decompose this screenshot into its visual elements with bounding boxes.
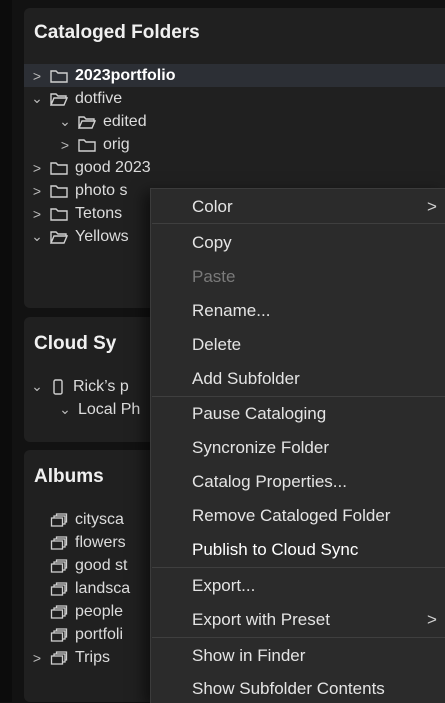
album-stack-icon [50,512,68,527]
folder-label: good 2023 [75,158,151,176]
folder-label: orig [103,135,130,153]
menu-item-color[interactable]: Color [192,197,233,217]
menu-separator [152,567,445,568]
album-label: landsca [75,579,131,597]
chevron-right-icon[interactable]: > [58,137,72,153]
folder-open-icon [50,230,68,244]
folder-icon [50,69,68,83]
context-menu: Color > Copy Paste Rename... Delete Add … [150,188,445,703]
window-edge [0,0,12,702]
menu-separator [152,223,445,224]
menu-item-catalog-properties[interactable]: Catalog Properties... [192,472,347,492]
menu-item-paste: Paste [192,267,236,286]
folder-row-good-2023[interactable]: > good 2023 [24,156,445,179]
album-label: citysca [75,510,124,528]
album-stack-icon [50,558,68,573]
folder-row-2023portfolio[interactable]: > 2023portfolio [24,64,445,87]
folder-icon [50,184,68,198]
menu-item-rename[interactable]: Rename... [192,301,270,321]
menu-item-export-with-preset[interactable]: Export with Preset [192,610,330,630]
folder-open-icon [78,115,96,129]
submenu-chevron-icon: > [427,197,437,216]
chevron-right-icon[interactable]: > [30,650,44,666]
menu-item-publish-to-cloud-sync[interactable]: Publish to Cloud Sync [192,540,358,560]
folder-row-edited[interactable]: ⌄ edited [24,110,445,133]
folder-icon [50,207,68,221]
album-label: people [75,602,124,620]
chevron-down-icon[interactable]: ⌄ [58,401,72,418]
album-label: flowers [75,533,126,551]
menu-separator [152,396,445,397]
album-stack-icon [50,535,68,550]
phone-icon [53,378,63,395]
chevron-right-icon[interactable]: > [30,160,44,176]
folder-label: photo s [75,181,128,199]
chevron-down-icon[interactable]: ⌄ [30,378,44,395]
folder-label: 2023portfolio [75,66,176,84]
folder-open-icon [50,92,68,106]
album-stack-icon [50,650,68,665]
chevron-right-icon[interactable]: > [30,68,44,84]
folder-icon [50,161,68,175]
folder-label: Tetons [75,204,123,222]
folder-label: dotfive [75,89,123,107]
cloud-sync-title: Cloud Sy [34,333,117,354]
album-label: good st [75,556,128,574]
album-stack-icon [50,604,68,619]
menu-item-pause-cataloging[interactable]: Pause Cataloging [192,404,326,424]
cataloged-folders-title: Cataloged Folders [34,22,200,43]
chevron-down-icon[interactable]: ⌄ [30,228,44,245]
album-stack-icon [50,581,68,596]
menu-item-copy[interactable]: Copy [192,233,232,253]
folder-icon [78,138,96,152]
folder-row-dotfive[interactable]: ⌄ dotfive [24,87,445,110]
chevron-right-icon[interactable]: > [30,183,44,199]
menu-item-show-in-finder[interactable]: Show in Finder [192,646,305,666]
submenu-chevron-icon: > [427,610,437,629]
menu-separator [152,637,445,638]
chevron-down-icon[interactable]: ⌄ [58,113,72,130]
chevron-down-icon[interactable]: ⌄ [30,90,44,107]
album-label: Trips [75,648,110,666]
menu-item-remove-cataloged-folder[interactable]: Remove Cataloged Folder [192,506,390,526]
chevron-right-icon[interactable]: > [30,206,44,222]
cloud-local-label: Local Ph [78,400,141,418]
folder-label: Yellows [75,227,129,245]
album-label: portfoli [75,625,124,643]
menu-item-export[interactable]: Export... [192,576,255,596]
cloud-device-label: Rick’s p [73,377,129,395]
menu-item-show-subfolder-contents[interactable]: Show Subfolder Contents [192,679,385,699]
albums-title: Albums [34,466,104,487]
album-stack-icon [50,627,68,642]
folder-label: edited [103,112,147,130]
menu-item-synchronize-folder[interactable]: Syncronize Folder [192,438,329,458]
menu-item-add-subfolder[interactable]: Add Subfolder [192,369,300,389]
menu-item-delete[interactable]: Delete [192,335,241,355]
folder-row-orig[interactable]: > orig [24,133,445,156]
